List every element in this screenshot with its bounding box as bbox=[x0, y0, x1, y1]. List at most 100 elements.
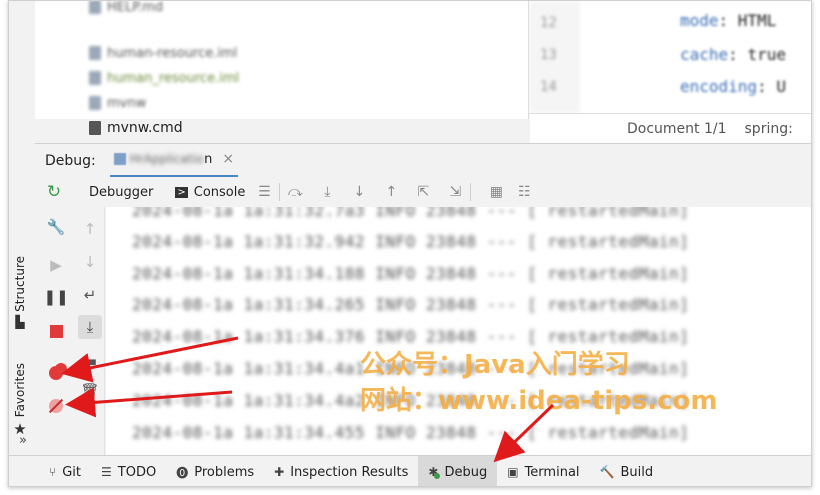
code-editor[interactable]: 12 13 14 mode: HTML cache: true encoding… bbox=[530, 1, 811, 113]
session-name-blurred: HrApplicatio bbox=[129, 152, 204, 166]
tree-row-hr-iml[interactable]: human-resource.iml bbox=[89, 43, 237, 63]
trace-settings-icon[interactable]: ☷ bbox=[513, 184, 535, 200]
git-branch-icon: ⑂ bbox=[49, 465, 57, 479]
scroll-to-end-icon: ⤓ bbox=[86, 318, 94, 336]
wrench-icon: 🔧 bbox=[46, 218, 66, 236]
tree-row-help-md[interactable]: HELP.md bbox=[89, 0, 164, 17]
yaml-value: U bbox=[776, 77, 786, 96]
tool-label: Inspection Results bbox=[290, 464, 409, 480]
breadcrumb-document[interactable]: Document 1/1 bbox=[627, 121, 727, 137]
terminal-icon: ▣ bbox=[507, 465, 519, 479]
down-stack-button[interactable]: ↓ bbox=[78, 250, 102, 274]
view-breakpoints-button[interactable] bbox=[44, 361, 68, 385]
tree-row-label: mvnw.cmd bbox=[107, 120, 183, 136]
problems-icon: ⓿ bbox=[176, 465, 189, 480]
line-number: 12 bbox=[540, 15, 557, 31]
debug-actions-column: 🔧 ▶ ❚❚ bbox=[41, 207, 71, 455]
tool-terminal[interactable]: ▣ Terminal bbox=[497, 456, 589, 487]
yaml-key: encoding bbox=[680, 77, 758, 96]
log-line: 2024-08-1a 1a:31:32.7a3 INFO 23848 --- [… bbox=[132, 207, 690, 220]
tool-label: Build bbox=[620, 464, 654, 480]
evaluate-icon[interactable]: ⇲ bbox=[444, 184, 466, 200]
tree-row-label: mvnw bbox=[107, 95, 147, 111]
tool-label: Terminal bbox=[524, 464, 580, 480]
tool-build[interactable]: 🔨 Build bbox=[590, 456, 664, 487]
stop-button[interactable] bbox=[44, 319, 68, 343]
console-actions-column: ↑ ↓ ↵ ⤓ ▬ 🗑 bbox=[75, 207, 105, 455]
stop-icon bbox=[49, 324, 63, 338]
mute-breakpoints-icon bbox=[48, 398, 64, 414]
inspection-icon: ✚ bbox=[274, 465, 285, 479]
more-tabs-button[interactable]: » bbox=[19, 433, 27, 448]
module-file-icon bbox=[89, 46, 101, 60]
structure-tab[interactable]: Structure ▙ bbox=[13, 256, 27, 329]
mute-breakpoints-button[interactable] bbox=[44, 394, 68, 418]
separator bbox=[470, 183, 472, 201]
tab-console[interactable]: > Console bbox=[161, 178, 253, 206]
rerun-icon: ↻ bbox=[46, 182, 62, 202]
yaml-key: cache bbox=[680, 45, 729, 64]
tree-row-label: human-resource.iml bbox=[107, 45, 238, 61]
log-line: 2024-08-1a 1a:31:34.455 INFO 23848 --- [… bbox=[132, 423, 690, 442]
debugger-tab-label: Debugger bbox=[89, 184, 154, 200]
module-file-icon bbox=[89, 71, 101, 85]
log-line: 2024-08-1a 1a:31:32.942 INFO 23848 --- [… bbox=[132, 232, 690, 251]
tool-problems[interactable]: ⓿ Problems bbox=[166, 456, 264, 487]
run-to-cursor-icon[interactable]: ⇱ bbox=[412, 184, 434, 200]
arrow-down-icon: ↓ bbox=[83, 253, 97, 271]
table-view-icon[interactable]: ▦ bbox=[485, 184, 507, 200]
tool-todo[interactable]: ☰ TODO bbox=[91, 456, 166, 487]
step-over-icon[interactable]: ⤓ bbox=[316, 184, 338, 200]
clear-all-button[interactable]: 🗑 bbox=[78, 379, 102, 403]
step-into-icon[interactable]: ↓ bbox=[348, 184, 370, 200]
layout-menu-icon[interactable]: ☰ bbox=[253, 184, 275, 200]
up-stack-button[interactable]: ↑ bbox=[78, 217, 102, 241]
console-icon: > bbox=[175, 186, 188, 198]
tool-label: Git bbox=[62, 464, 81, 480]
tree-row-hr-iml-2[interactable]: human_resource.iml bbox=[89, 68, 239, 88]
close-icon[interactable]: × bbox=[222, 151, 234, 167]
bottom-tool-bar: ⑂ Git ☰ TODO ⓿ Problems ✚ Inspection Results… bbox=[9, 455, 811, 487]
log-line: 2024-08-1a 1a:31:34.188 INFO 23848 --- [… bbox=[132, 264, 690, 283]
arrow-up-icon: ↑ bbox=[83, 220, 97, 238]
tree-row-mvnw-cmd[interactable]: mvnw.cmd bbox=[89, 118, 183, 138]
debug-bug-icon: ✱ bbox=[428, 465, 441, 479]
print-icon: ▬ bbox=[82, 352, 98, 370]
todo-list-icon: ☰ bbox=[101, 465, 112, 479]
yaml-value: HTML bbox=[737, 11, 777, 30]
resume-button[interactable]: ▶ bbox=[44, 253, 68, 277]
favorites-tab[interactable]: Favorites ★ bbox=[13, 363, 27, 438]
build-hammer-icon: 🔨 bbox=[599, 465, 615, 479]
tool-label: Debug bbox=[444, 464, 488, 480]
soft-wrap-icon: ↵ bbox=[83, 286, 97, 304]
tree-row-label: HELP.md bbox=[107, 0, 164, 15]
tool-debug[interactable]: ✱ Debug bbox=[418, 455, 498, 486]
tree-row-mvnw[interactable]: mvnw bbox=[89, 93, 146, 113]
trash-icon: 🗑 bbox=[80, 382, 100, 400]
structure-icon: ▙ bbox=[15, 314, 25, 329]
pause-button[interactable]: ❚❚ bbox=[43, 285, 68, 309]
debug-session-tab[interactable]: HrApplicatio n × bbox=[109, 144, 239, 178]
soft-wrap-button[interactable]: ↵ bbox=[78, 283, 102, 307]
tool-label: Problems bbox=[194, 464, 255, 480]
tab-debugger[interactable]: Debugger bbox=[73, 178, 161, 206]
print-button[interactable]: ▬ bbox=[78, 349, 102, 373]
tool-inspection-results[interactable]: ✚ Inspection Results bbox=[264, 456, 418, 487]
show-execution-point-icon[interactable]: ⤼ bbox=[284, 184, 306, 200]
console-output[interactable]: 2024-08-1a 1a:31:32.7a3 INFO 23848 --- [… bbox=[106, 207, 811, 455]
scroll-to-end-button[interactable]: ⤓ bbox=[78, 315, 102, 339]
rerun-button[interactable]: ↻ bbox=[35, 178, 73, 206]
script-file-icon bbox=[89, 96, 101, 110]
console-tab-label: Console bbox=[193, 184, 246, 200]
log-line: 2024-08-1a 1a:31:34.265 INFO 23848 --- [… bbox=[132, 295, 690, 314]
tool-git[interactable]: ⑂ Git bbox=[39, 456, 91, 487]
line-number: 14 bbox=[540, 79, 557, 95]
line-number-gutter: 12 13 14 bbox=[530, 1, 580, 113]
step-out-icon[interactable]: ↑ bbox=[380, 184, 402, 200]
settings-wrench-button[interactable]: 🔧 bbox=[44, 215, 68, 239]
watermark-line-2: 网站：www.idea-tips.com bbox=[360, 386, 718, 416]
session-name-visible: n bbox=[204, 151, 213, 167]
breadcrumb-path[interactable]: spring: bbox=[745, 121, 793, 137]
run-config-icon bbox=[113, 153, 126, 165]
watermark-line-1: 公众号：Java入门学习 bbox=[360, 350, 630, 380]
